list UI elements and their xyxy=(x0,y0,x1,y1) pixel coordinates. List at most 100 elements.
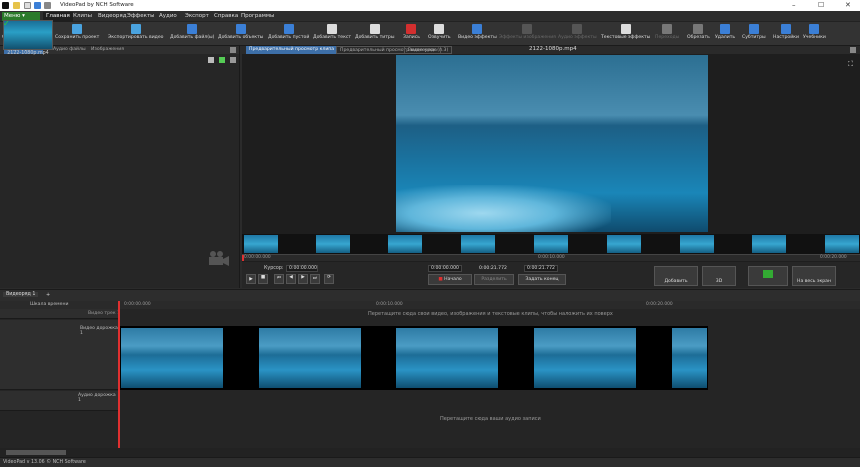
timeline-ruler[interactable]: Шкала времени 0:00:00.000 0:00:10.000 0:… xyxy=(0,301,860,309)
toolbar-icon xyxy=(809,24,820,34)
thumb-view-icon[interactable] xyxy=(219,57,225,63)
toolbar-button-3[interactable]: Экспортировать видео xyxy=(108,23,164,45)
fullscreen-label: На весь экран xyxy=(797,279,831,284)
toolbar-button-17[interactable]: Удалить xyxy=(715,23,735,45)
scroll-thumb[interactable] xyxy=(6,450,66,455)
toolbar-button-16[interactable]: Обрезать xyxy=(687,23,710,45)
clip-frame xyxy=(534,328,636,388)
open-quick-icon[interactable] xyxy=(13,2,20,9)
duration-time: 0:00:21.772 xyxy=(479,266,507,271)
undo-icon[interactable] xyxy=(44,2,51,9)
tab-sequence-1[interactable]: Видеоряд 1 xyxy=(3,292,39,297)
toolbar-button-7[interactable]: Добавить текст xyxy=(313,23,351,45)
audio-track-label: Аудио дорожка 1 xyxy=(78,393,116,403)
toolbar-button-19[interactable]: Настройки xyxy=(773,23,799,45)
toolbar-button-9[interactable]: Запись xyxy=(403,23,420,45)
toolbar-icon xyxy=(130,24,141,34)
split-button[interactable]: Разделить xyxy=(474,274,514,285)
preview-playhead[interactable] xyxy=(242,255,244,261)
filmstrip-frame xyxy=(534,235,568,253)
toolbar-icon xyxy=(283,24,294,34)
preview-ruler[interactable]: 0:00:00.000 0:00:10.000 0:00:20.000 xyxy=(242,254,860,261)
timeline-tick: 0:00:10.000 xyxy=(376,302,403,307)
vr-label: 3D xyxy=(715,279,723,284)
status-text: VideoPad v 13.06 © NCH Software xyxy=(3,460,86,465)
toolbar-button-18[interactable]: Субтитры xyxy=(742,23,766,45)
list-view-icon[interactable] xyxy=(208,57,214,63)
snapshot-button[interactable] xyxy=(748,266,788,286)
go-start-button[interactable]: ⏮ xyxy=(274,274,284,284)
toolbar-button-15[interactable]: Переходы xyxy=(655,23,679,45)
toolbar-button-4[interactable]: Добавить файл(ы) xyxy=(170,23,214,45)
tab-sequence[interactable]: Видеоряд xyxy=(98,13,127,19)
ruler-tick: 0:00:10.000 xyxy=(538,255,565,260)
timeline-playhead[interactable] xyxy=(118,301,120,448)
toolbar-button-11[interactable]: Видео эффекты xyxy=(458,23,497,45)
toolbar-button-10[interactable]: Озвучить xyxy=(428,23,451,45)
tab-images[interactable]: Изображения xyxy=(88,46,127,54)
tab-export[interactable]: Экспорт xyxy=(185,13,209,19)
status-bar: VideoPad v 13.06 © NCH Software xyxy=(0,457,860,467)
maximize-button[interactable]: ☐ xyxy=(818,1,824,9)
toolbar-button-6[interactable]: Добавить пустой xyxy=(268,23,309,45)
tab-tutorial[interactable]: Видео-урок (п.3) xyxy=(404,46,453,54)
undock-icon[interactable] xyxy=(230,47,236,53)
vr-3d-button[interactable]: 3D xyxy=(702,266,736,286)
toolbar-button-2[interactable]: Сохранить проект xyxy=(55,23,99,45)
overlay-track-label: Видео трек 1 xyxy=(88,311,120,316)
toolbar-button-8[interactable]: Добавить титры xyxy=(355,23,394,45)
toolbar-icon xyxy=(406,24,417,34)
toolbar-label: Экспортировать видео xyxy=(108,35,164,40)
tab-clip-preview[interactable]: Предварительный просмотр клипа xyxy=(246,46,338,54)
set-end-button[interactable]: Задать конец xyxy=(518,274,566,285)
clip-name: 2122-1080p.mp4 xyxy=(7,51,49,56)
tab-effects[interactable]: Эффекты xyxy=(127,13,155,19)
toolbar-label: Добавить текст xyxy=(313,35,352,40)
tab-programs[interactable]: Программы xyxy=(241,13,274,19)
clip-frame xyxy=(396,328,498,388)
filmstrip-frame xyxy=(461,235,495,253)
loop-button[interactable]: ⟳ xyxy=(324,274,334,284)
step-back-button[interactable]: ◀ xyxy=(286,274,296,284)
toolbar-label: Удалить xyxy=(715,35,736,40)
detail-view-icon[interactable] xyxy=(230,57,236,63)
fullscreen-button[interactable]: На весь экран xyxy=(792,266,836,286)
cursor-field[interactable]: 0:00:00.000 xyxy=(286,265,318,272)
toolbar-label: Добавить объекты xyxy=(218,35,264,40)
tab-help[interactable]: Справка xyxy=(214,13,238,19)
set-start-button[interactable]: ■ Начало xyxy=(428,274,472,285)
toolbar-button-12[interactable]: Эффекты изображения xyxy=(499,23,556,45)
toolbar-button-13[interactable]: Аудио эффекты xyxy=(558,23,597,45)
toolbar-icon xyxy=(434,24,445,34)
filmstrip[interactable] xyxy=(242,234,860,254)
filmstrip-frame xyxy=(680,235,714,253)
toolbar-button-14[interactable]: Текстовые эффекты xyxy=(601,23,650,45)
go-end-button[interactable]: ⏭ xyxy=(310,274,320,284)
add-to-sequence-button[interactable]: Добавить xyxy=(654,266,698,286)
tab-clips[interactable]: Клипы xyxy=(73,13,92,19)
close-button[interactable]: ✕ xyxy=(845,1,851,9)
toolbar-label: Учебники xyxy=(803,35,826,40)
toolbar-icon xyxy=(572,24,583,34)
new-quick-icon[interactable] xyxy=(24,2,31,9)
filmstrip-frame xyxy=(388,235,422,253)
filmstrip-frame xyxy=(244,235,278,253)
playback-controls: Курсор: 0:00:00.000 ▶ ■ ⏮ ◀ ▶ ⏭ ⟳ 0:00:0… xyxy=(242,262,860,288)
undock-preview-icon[interactable] xyxy=(850,47,856,53)
fullscreen-icon[interactable]: ⛶ xyxy=(848,60,853,69)
preview-tabs: Предварительный просмотр клипа Предварит… xyxy=(242,46,860,54)
play-button[interactable]: ▶ xyxy=(246,274,256,284)
tab-audio[interactable]: Аудио xyxy=(159,13,177,19)
toolbar-button-20[interactable]: Учебники xyxy=(803,23,826,45)
add-sequence-button[interactable]: + xyxy=(46,292,50,298)
step-forward-button[interactable]: ▶ xyxy=(298,274,308,284)
save-quick-icon[interactable] xyxy=(34,2,41,9)
timeline-scrollbar[interactable] xyxy=(0,448,860,457)
stop-button[interactable]: ■ xyxy=(258,274,268,284)
toolbar-button-5[interactable]: Добавить объекты xyxy=(218,23,263,45)
filmstrip-frame xyxy=(752,235,786,253)
add-label: Добавить xyxy=(664,279,688,284)
minimize-button[interactable]: – xyxy=(792,1,796,9)
toolbar-label: Добавить титры xyxy=(355,35,395,40)
tab-audio-files[interactable]: Аудио файлы xyxy=(50,46,89,54)
